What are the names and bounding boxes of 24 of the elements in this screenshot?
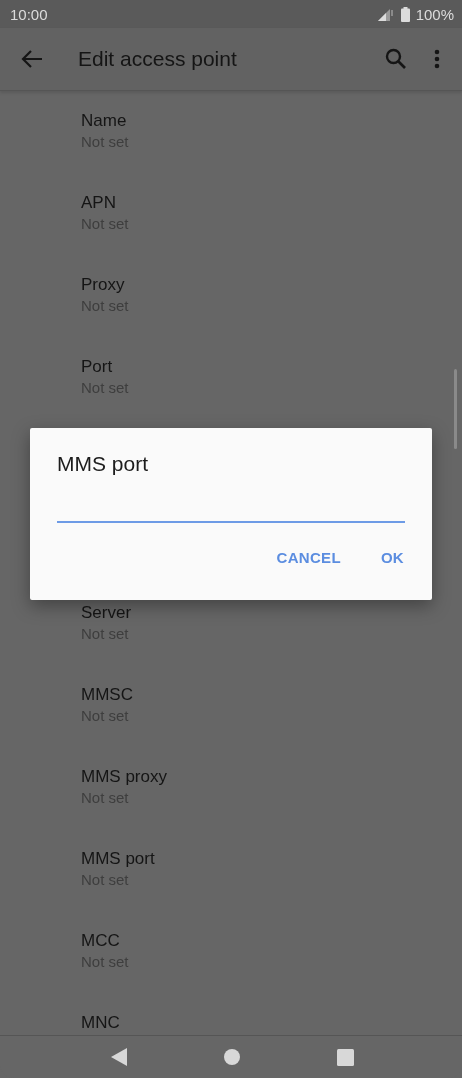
setting-title[interactable]: MMS port [81,848,155,870]
setting-title[interactable]: MNC [81,1012,120,1034]
battery-level: 100% [415,5,454,23]
setting-title[interactable]: Name [81,110,129,132]
search-icon[interactable] [385,48,407,70]
setting-title[interactable]: Server [81,602,132,624]
ok-button[interactable]: OK [368,541,416,574]
setting-title[interactable]: MMSC [81,684,133,706]
recents-icon[interactable] [336,1048,354,1066]
setting-title[interactable]: MMS proxy [81,766,167,788]
clock: 10:00 [10,5,48,23]
setting-title[interactable]: MCC [81,930,129,952]
back-icon[interactable] [21,50,43,68]
more-options-icon[interactable] [434,49,440,69]
back-icon[interactable] [110,1048,127,1066]
setting-title[interactable]: Proxy [81,274,129,296]
screen-title: Edit access point [78,47,238,71]
battery-icon [400,6,410,22]
home-icon[interactable] [223,1049,240,1065]
dialog-title: MMS port [57,451,148,477]
setting-title[interactable]: APN [81,192,129,214]
cancel-button[interactable]: CANCEL [264,541,353,574]
signal-icon [376,7,395,21]
setting-title[interactable]: Port [81,356,129,378]
